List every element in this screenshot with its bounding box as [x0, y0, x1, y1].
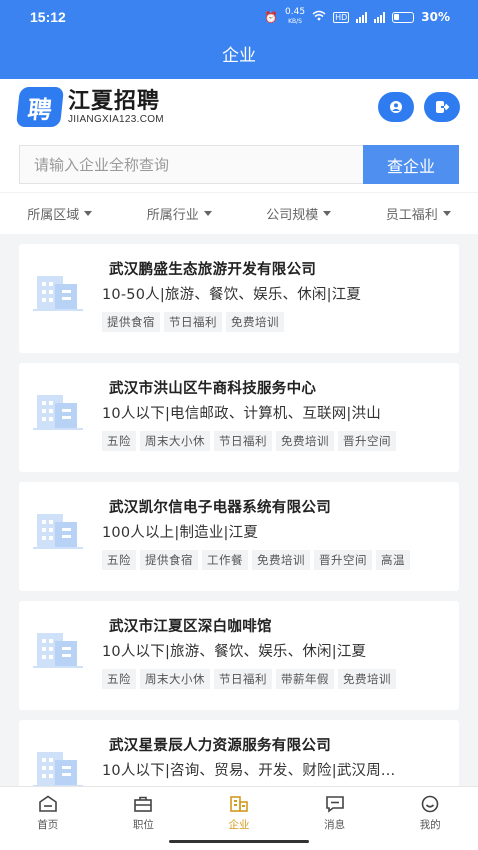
building-icon [33, 633, 83, 668]
profile-icon [421, 795, 439, 813]
company-list: 武汉鹏盛生态旅游开发有限公司 10-50人|旅游、餐饮、娱乐、休闲|江夏 提供食… [0, 244, 478, 829]
benefit-tag: 节日福利 [214, 431, 272, 451]
battery-icon [392, 11, 415, 23]
company-tags: 五险 周末大小休 节日福利 免费培训 晋升空间 [102, 431, 459, 451]
brand-header: 聘 江夏招聘 JIIANGXIA123.COM [0, 79, 478, 135]
dropdown-arrow-icon [323, 211, 332, 216]
building-icon [33, 514, 83, 549]
building-icon [33, 395, 83, 430]
search-button[interactable]: 查企业 [363, 145, 459, 184]
signal-icon [356, 11, 368, 23]
benefit-tag: 周末大小休 [140, 431, 210, 451]
brand-name: 江夏招聘 [68, 88, 161, 114]
battery-level: 30% [421, 10, 450, 24]
logout-icon [435, 101, 449, 113]
home-indicator [169, 840, 309, 843]
dropdown-arrow-icon [442, 211, 451, 216]
company-meta: 10-50人|旅游、餐饮、娱乐、休闲|江夏 [102, 287, 362, 303]
benefit-tag: 带薪年假 [276, 669, 334, 689]
logout-button[interactable] [424, 92, 460, 122]
filter-industry[interactable]: 所属行业 [147, 204, 212, 223]
user-button[interactable] [378, 92, 414, 122]
company-meta: 10人以下|咨询、贸易、开发、财险|武汉周... [102, 763, 396, 779]
benefit-tag: 周末大小休 [140, 669, 210, 689]
company-tags: 五险 周末大小休 节日福利 带薪年假 免费培训 [102, 669, 459, 689]
filter-bar: 所属区域 所属行业 公司规模 员工福利 [0, 192, 478, 234]
hd-icon: HD [333, 11, 350, 23]
briefcase-icon [134, 796, 153, 812]
benefit-tag: 提供食宿 [140, 550, 198, 570]
benefit-tag: 提供食宿 [102, 312, 160, 332]
benefit-tag: 免费培训 [252, 550, 310, 570]
status-time: 15:12 [30, 9, 66, 25]
tab-profile[interactable]: 我的 [382, 787, 478, 850]
message-icon [325, 796, 344, 813]
brand: 聘 江夏招聘 JIIANGXIA123.COM [15, 87, 164, 127]
search-bar: 查企业 [0, 135, 478, 192]
benefit-tag: 免费培训 [276, 431, 334, 451]
company-meta: 10人以下|旅游、餐饮、娱乐、休闲|江夏 [102, 644, 367, 660]
status-bar: 15:12 ⏰ 0.45 KB/S HD 30% [0, 0, 478, 34]
benefit-tag: 高温 [376, 550, 410, 570]
benefit-tag: 节日福利 [164, 312, 222, 332]
filter-benefits[interactable]: 员工福利 [386, 204, 451, 223]
benefit-tag: 免费培训 [338, 669, 396, 689]
company-meta: 100人以上|制造业|江夏 [102, 525, 259, 541]
dropdown-arrow-icon [84, 211, 93, 216]
benefit-tag: 五险 [102, 669, 136, 689]
alarm-icon: ⏰ [264, 10, 279, 24]
logo-icon: 聘 [15, 87, 65, 127]
benefit-tag: 五险 [102, 550, 136, 570]
wifi-icon [312, 10, 326, 24]
user-icon [390, 101, 402, 113]
benefit-tag: 晋升空间 [314, 550, 372, 570]
company-name: 武汉星景辰人力资源服务有限公司 [109, 738, 331, 754]
top-bar: 15:12 ⏰ 0.45 KB/S HD 30% 企业 [0, 0, 478, 79]
benefit-tag: 晋升空间 [338, 431, 396, 451]
brand-url: JIIANGXIA123.COM [68, 113, 164, 125]
company-meta: 10人以下|电信邮政、计算机、互联网|洪山 [102, 406, 381, 422]
dropdown-arrow-icon [203, 211, 212, 216]
building-icon [230, 796, 248, 812]
company-name: 武汉凯尔信电子电器系统有限公司 [109, 500, 331, 516]
status-icons: ⏰ 0.45 KB/S HD 30% [264, 8, 450, 26]
company-name: 武汉市洪山区牛商科技服务中心 [109, 381, 317, 397]
company-tags: 提供食宿 节日福利 免费培训 [102, 312, 459, 332]
company-name: 武汉市江夏区深白咖啡馆 [109, 619, 272, 635]
building-icon [33, 276, 83, 311]
benefit-tag: 工作餐 [202, 550, 248, 570]
page-title: 企业 [222, 46, 256, 66]
filter-size[interactable]: 公司规模 [266, 204, 332, 223]
company-card[interactable]: 武汉鹏盛生态旅游开发有限公司 10-50人|旅游、餐饮、娱乐、休闲|江夏 提供食… [19, 244, 459, 353]
company-name: 武汉鹏盛生态旅游开发有限公司 [109, 262, 317, 278]
company-card[interactable]: 武汉凯尔信电子电器系统有限公司 100人以上|制造业|江夏 五险 提供食宿 工作… [19, 482, 459, 591]
benefit-tag: 五险 [102, 431, 136, 451]
building-icon [33, 752, 83, 787]
search-input[interactable] [19, 145, 363, 184]
company-tags: 五险 提供食宿 工作餐 免费培训 晋升空间 高温 [102, 550, 459, 570]
net-speed: 0.45 KB/S [285, 7, 306, 26]
company-card[interactable]: 武汉市江夏区深白咖啡馆 10人以下|旅游、餐饮、娱乐、休闲|江夏 五险 周末大小… [19, 601, 459, 710]
signal-icon-2 [374, 11, 386, 23]
filter-region[interactable]: 所属区域 [27, 204, 93, 223]
benefit-tag: 节日福利 [214, 669, 272, 689]
home-icon [38, 795, 57, 812]
tab-home[interactable]: 首页 [0, 787, 96, 850]
benefit-tag: 免费培训 [226, 312, 284, 332]
company-card[interactable]: 武汉市洪山区牛商科技服务中心 10人以下|电信邮政、计算机、互联网|洪山 五险 … [19, 363, 459, 472]
